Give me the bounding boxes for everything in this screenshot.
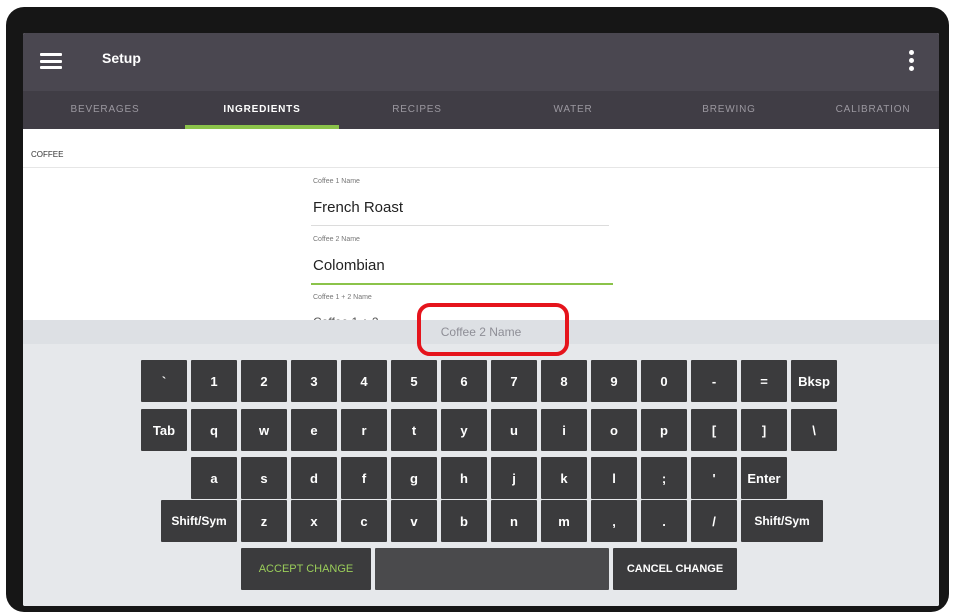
tab-beverages[interactable]: BEVERAGES — [23, 91, 187, 129]
annotation-highlight-ring — [417, 303, 569, 356]
key-q[interactable]: q — [191, 409, 237, 451]
key-shift-left[interactable]: Shift/Sym — [161, 500, 237, 542]
key-l[interactable]: l — [591, 457, 637, 499]
active-tab-indicator — [185, 125, 339, 129]
coffee-2-name-underline — [311, 283, 613, 285]
key-w[interactable]: w — [241, 409, 287, 451]
key-3[interactable]: 3 — [291, 360, 337, 402]
coffee-1-plus-2-name-label: Coffee 1 + 2 Name — [313, 294, 372, 301]
key-u[interactable]: u — [491, 409, 537, 451]
key-equals[interactable]: = — [741, 360, 787, 402]
key-7[interactable]: 7 — [491, 360, 537, 402]
key-9[interactable]: 9 — [591, 360, 637, 402]
app-bar: Setup — [23, 33, 939, 91]
key-v[interactable]: v — [391, 500, 437, 542]
key-tab[interactable]: Tab — [141, 409, 187, 451]
key-i[interactable]: i — [541, 409, 587, 451]
key-backtick[interactable]: ` — [141, 360, 187, 402]
key-period[interactable]: . — [641, 500, 687, 542]
coffee-2-name-input[interactable]: Colombian — [313, 257, 385, 274]
key-backslash[interactable]: \ — [791, 409, 837, 451]
hamburger-menu-icon[interactable] — [40, 53, 62, 69]
key-1[interactable]: 1 — [191, 360, 237, 402]
key-left-bracket[interactable]: [ — [691, 409, 737, 451]
tab-recipes[interactable]: RECIPES — [339, 91, 495, 129]
key-backspace[interactable]: Bksp — [791, 360, 837, 402]
key-x[interactable]: x — [291, 500, 337, 542]
key-f[interactable]: f — [341, 457, 387, 499]
key-g[interactable]: g — [391, 457, 437, 499]
key-k[interactable]: k — [541, 457, 587, 499]
key-m[interactable]: m — [541, 500, 587, 542]
key-4[interactable]: 4 — [341, 360, 387, 402]
key-8[interactable]: 8 — [541, 360, 587, 402]
tab-water[interactable]: WATER — [495, 91, 651, 129]
tab-brewing[interactable]: BREWING — [651, 91, 807, 129]
section-title: COFFEE — [31, 150, 64, 159]
coffee-1-name-label: Coffee 1 Name — [313, 178, 360, 185]
key-space[interactable] — [375, 548, 609, 590]
key-minus[interactable]: - — [691, 360, 737, 402]
accept-change-button[interactable]: ACCEPT CHANGE — [241, 548, 371, 590]
key-2[interactable]: 2 — [241, 360, 287, 402]
key-d[interactable]: d — [291, 457, 337, 499]
key-b[interactable]: b — [441, 500, 487, 542]
key-enter[interactable]: Enter — [741, 457, 787, 499]
app-title: Setup — [102, 50, 141, 66]
key-r[interactable]: r — [341, 409, 387, 451]
key-t[interactable]: t — [391, 409, 437, 451]
coffee-2-name-label: Coffee 2 Name — [313, 236, 360, 243]
key-slash[interactable]: / — [691, 500, 737, 542]
key-e[interactable]: e — [291, 409, 337, 451]
key-o[interactable]: o — [591, 409, 637, 451]
key-n[interactable]: n — [491, 500, 537, 542]
key-shift-right[interactable]: Shift/Sym — [741, 500, 823, 542]
tab-ingredients[interactable]: INGREDIENTS — [185, 91, 339, 129]
key-j[interactable]: j — [491, 457, 537, 499]
overflow-menu-icon[interactable] — [909, 50, 915, 74]
key-6[interactable]: 6 — [441, 360, 487, 402]
key-a[interactable]: a — [191, 457, 237, 499]
coffee-1-name-underline — [311, 225, 609, 226]
key-0[interactable]: 0 — [641, 360, 687, 402]
tab-bar: BEVERAGES INGREDIENTS RECIPES WATER BREW… — [23, 91, 939, 129]
key-5[interactable]: 5 — [391, 360, 437, 402]
section-divider — [23, 167, 939, 168]
key-right-bracket[interactable]: ] — [741, 409, 787, 451]
key-comma[interactable]: , — [591, 500, 637, 542]
cancel-change-button[interactable]: CANCEL CHANGE — [613, 548, 737, 590]
key-h[interactable]: h — [441, 457, 487, 499]
key-c[interactable]: c — [341, 500, 387, 542]
key-s[interactable]: s — [241, 457, 287, 499]
tab-calibration[interactable]: CALIBRATION — [807, 91, 939, 129]
coffee-1-name-input[interactable]: French Roast — [313, 199, 403, 216]
key-z[interactable]: z — [241, 500, 287, 542]
key-p[interactable]: p — [641, 409, 687, 451]
key-y[interactable]: y — [441, 409, 487, 451]
key-apostrophe[interactable]: ' — [691, 457, 737, 499]
key-semicolon[interactable]: ; — [641, 457, 687, 499]
